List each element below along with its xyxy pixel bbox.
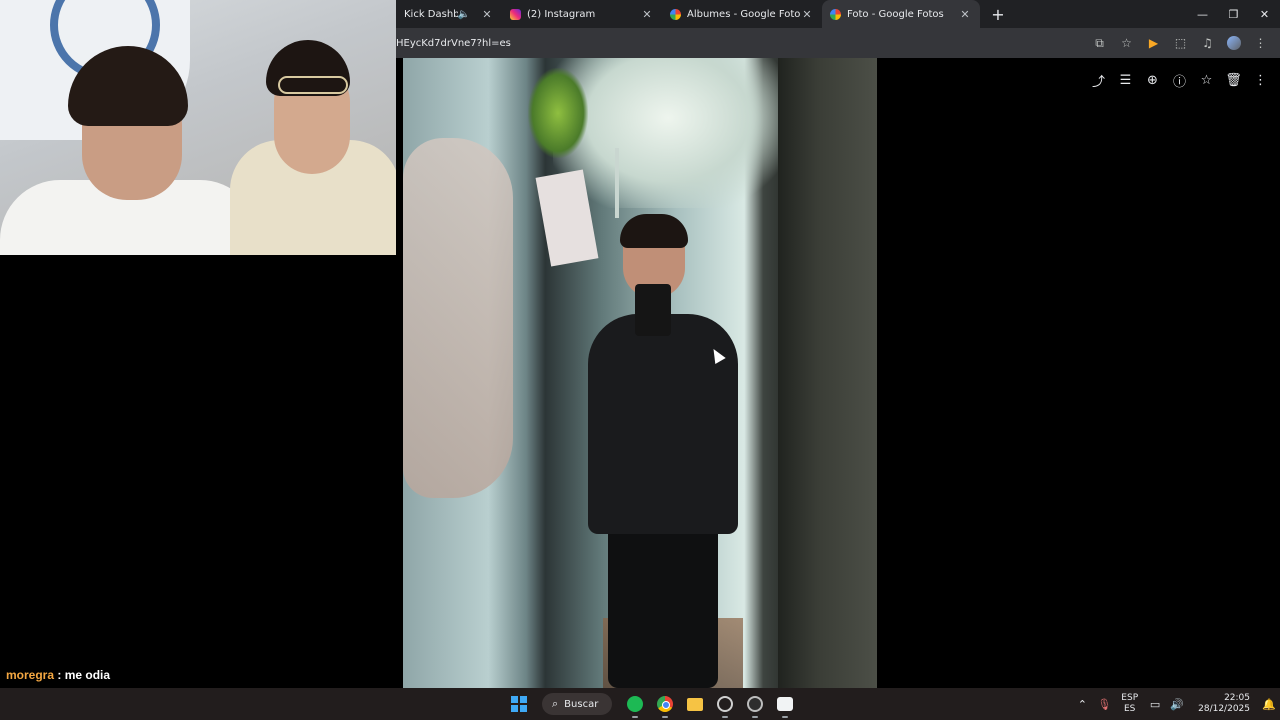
app-window-icon xyxy=(777,697,794,711)
pen-app[interactable] xyxy=(740,688,770,720)
spotify-icon xyxy=(627,696,644,712)
tab-strip: Kick Dashboard 🔈 ✕ (2) Instagram ✕ Álbum… xyxy=(396,0,1280,28)
streamer-left xyxy=(0,40,260,255)
chat-separator: : xyxy=(54,668,65,682)
extensions-puzzle-icon[interactable]: ⬚ xyxy=(1167,31,1194,55)
close-icon[interactable]: ✕ xyxy=(480,7,494,21)
tab-foto-google-fotos[interactable]: Foto - Google Fotos ✕ xyxy=(822,0,980,28)
taskbar-apps: ⌕ Buscar xyxy=(504,688,800,720)
tab-instagram[interactable]: (2) Instagram ✕ xyxy=(502,0,662,28)
chevron-up-icon[interactable]: ⌃ xyxy=(1071,688,1093,720)
taskbar-search[interactable]: ⌕ Buscar xyxy=(542,693,613,715)
favorite-icon[interactable]: ☆ xyxy=(1193,68,1220,92)
tab-albumes-google-fotos[interactable]: Álbumes - Google Fotos ✕ xyxy=(662,0,822,28)
generic-app[interactable] xyxy=(770,688,800,720)
photo-viewer: ⤴ ☰ ⊕ ⓘ ☆ 🗑 ⋮ xyxy=(396,58,1280,688)
profile-avatar[interactable] xyxy=(1227,36,1241,50)
delete-icon[interactable]: 🗑 xyxy=(1220,68,1247,92)
zoom-icon[interactable]: ⊕ xyxy=(1139,68,1166,92)
bookmark-star-icon[interactable]: ☆ xyxy=(1113,31,1140,55)
screen: Kick Dashboard 🔈 ✕ (2) Instagram ✕ Álbum… xyxy=(0,0,1280,720)
close-icon[interactable]: ✕ xyxy=(640,7,654,21)
chat-username: moregra xyxy=(6,668,55,682)
file-explorer-app[interactable] xyxy=(680,688,710,720)
minimize-button[interactable]: — xyxy=(1187,0,1218,28)
window-controls: — ❐ ✕ xyxy=(1187,0,1280,28)
clock-time: 22:05 xyxy=(1224,693,1250,703)
chat-message: moregra : me odia xyxy=(6,668,110,682)
network-icon[interactable]: ▭ xyxy=(1144,688,1166,720)
obs-icon xyxy=(717,696,734,712)
tab-label: Kick Dashboard xyxy=(404,8,458,20)
tab-kick-dashboard[interactable]: Kick Dashboard 🔈 ✕ xyxy=(396,0,502,28)
extension-play-icon[interactable]: ▶ xyxy=(1140,31,1167,55)
new-tab-button[interactable]: + xyxy=(986,2,1010,26)
tab-label: (2) Instagram xyxy=(527,8,596,20)
viewer-actions: ⤴ ☰ ⊕ ⓘ ☆ 🗑 ⋮ xyxy=(1085,68,1274,92)
system-tray: ⌃ 🎙 ESP ES ▭ 🔊 22:05 28/12/2025 🔔 xyxy=(1071,688,1280,720)
media-control-icon[interactable]: ♫ xyxy=(1194,31,1221,55)
microphone-icon[interactable]: 🎙 xyxy=(1093,688,1115,720)
taskbar: ⌕ Buscar ⌃ 🎙 ESP ES ▭ 🔊 22:05 28/12/2025 xyxy=(0,688,1280,720)
obs-app[interactable] xyxy=(710,688,740,720)
language-line1: ESP xyxy=(1121,693,1139,703)
close-icon[interactable]: ✕ xyxy=(800,7,814,21)
tab-label: Álbumes - Google Fotos xyxy=(687,8,800,20)
search-label: Buscar xyxy=(564,698,599,710)
instagram-icon xyxy=(510,8,521,20)
browser-window: Kick Dashboard 🔈 ✕ (2) Instagram ✕ Álbum… xyxy=(396,0,1280,58)
notifications-icon[interactable]: 🔔 xyxy=(1258,688,1280,720)
speaker-icon[interactable]: 🔈 xyxy=(458,9,470,20)
browser-toolbar: HEycKd7drVne7?hl=es ⧉ ☆ ▶ ⬚ ♫ ⋮ xyxy=(396,28,1280,58)
language-line2: ES xyxy=(1124,704,1136,714)
close-icon[interactable]: ✕ xyxy=(958,7,972,21)
start-button[interactable] xyxy=(504,688,534,720)
edit-icon[interactable]: ☰ xyxy=(1112,68,1139,92)
toolbar-icons: ⧉ ☆ ▶ ⬚ ♫ ⋮ xyxy=(1086,31,1274,55)
webcam-overlay xyxy=(0,0,396,255)
chat-text: me odia xyxy=(64,668,111,682)
windows-icon xyxy=(511,696,527,712)
close-window-button[interactable]: ✕ xyxy=(1249,0,1280,28)
address-bar[interactable]: HEycKd7drVne7?hl=es xyxy=(396,38,1086,49)
folder-icon xyxy=(687,697,704,711)
google-photos-icon xyxy=(670,8,681,20)
share-icon[interactable]: ⤴ xyxy=(1085,68,1112,92)
google-photos-icon xyxy=(830,8,841,20)
streamer-right xyxy=(230,40,396,255)
spotify-app[interactable] xyxy=(620,688,650,720)
clock-date: 28/12/2025 xyxy=(1198,704,1250,714)
chrome-icon xyxy=(657,696,674,712)
more-icon[interactable]: ⋮ xyxy=(1247,68,1274,92)
chrome-menu-icon[interactable]: ⋮ xyxy=(1247,31,1274,55)
pen-icon xyxy=(747,696,764,712)
search-icon: ⌕ xyxy=(552,697,559,710)
chrome-app[interactable] xyxy=(650,688,680,720)
install-app-icon[interactable]: ⧉ xyxy=(1086,31,1113,55)
tab-label: Foto - Google Fotos xyxy=(847,8,944,20)
language-indicator[interactable]: ESP ES xyxy=(1121,693,1138,715)
volume-icon[interactable]: 🔊 xyxy=(1166,688,1188,720)
info-icon[interactable]: ⓘ xyxy=(1166,68,1193,92)
photo-image[interactable] xyxy=(403,58,877,688)
restore-button[interactable]: ❐ xyxy=(1218,0,1249,28)
clock[interactable]: 22:05 28/12/2025 xyxy=(1198,693,1250,715)
